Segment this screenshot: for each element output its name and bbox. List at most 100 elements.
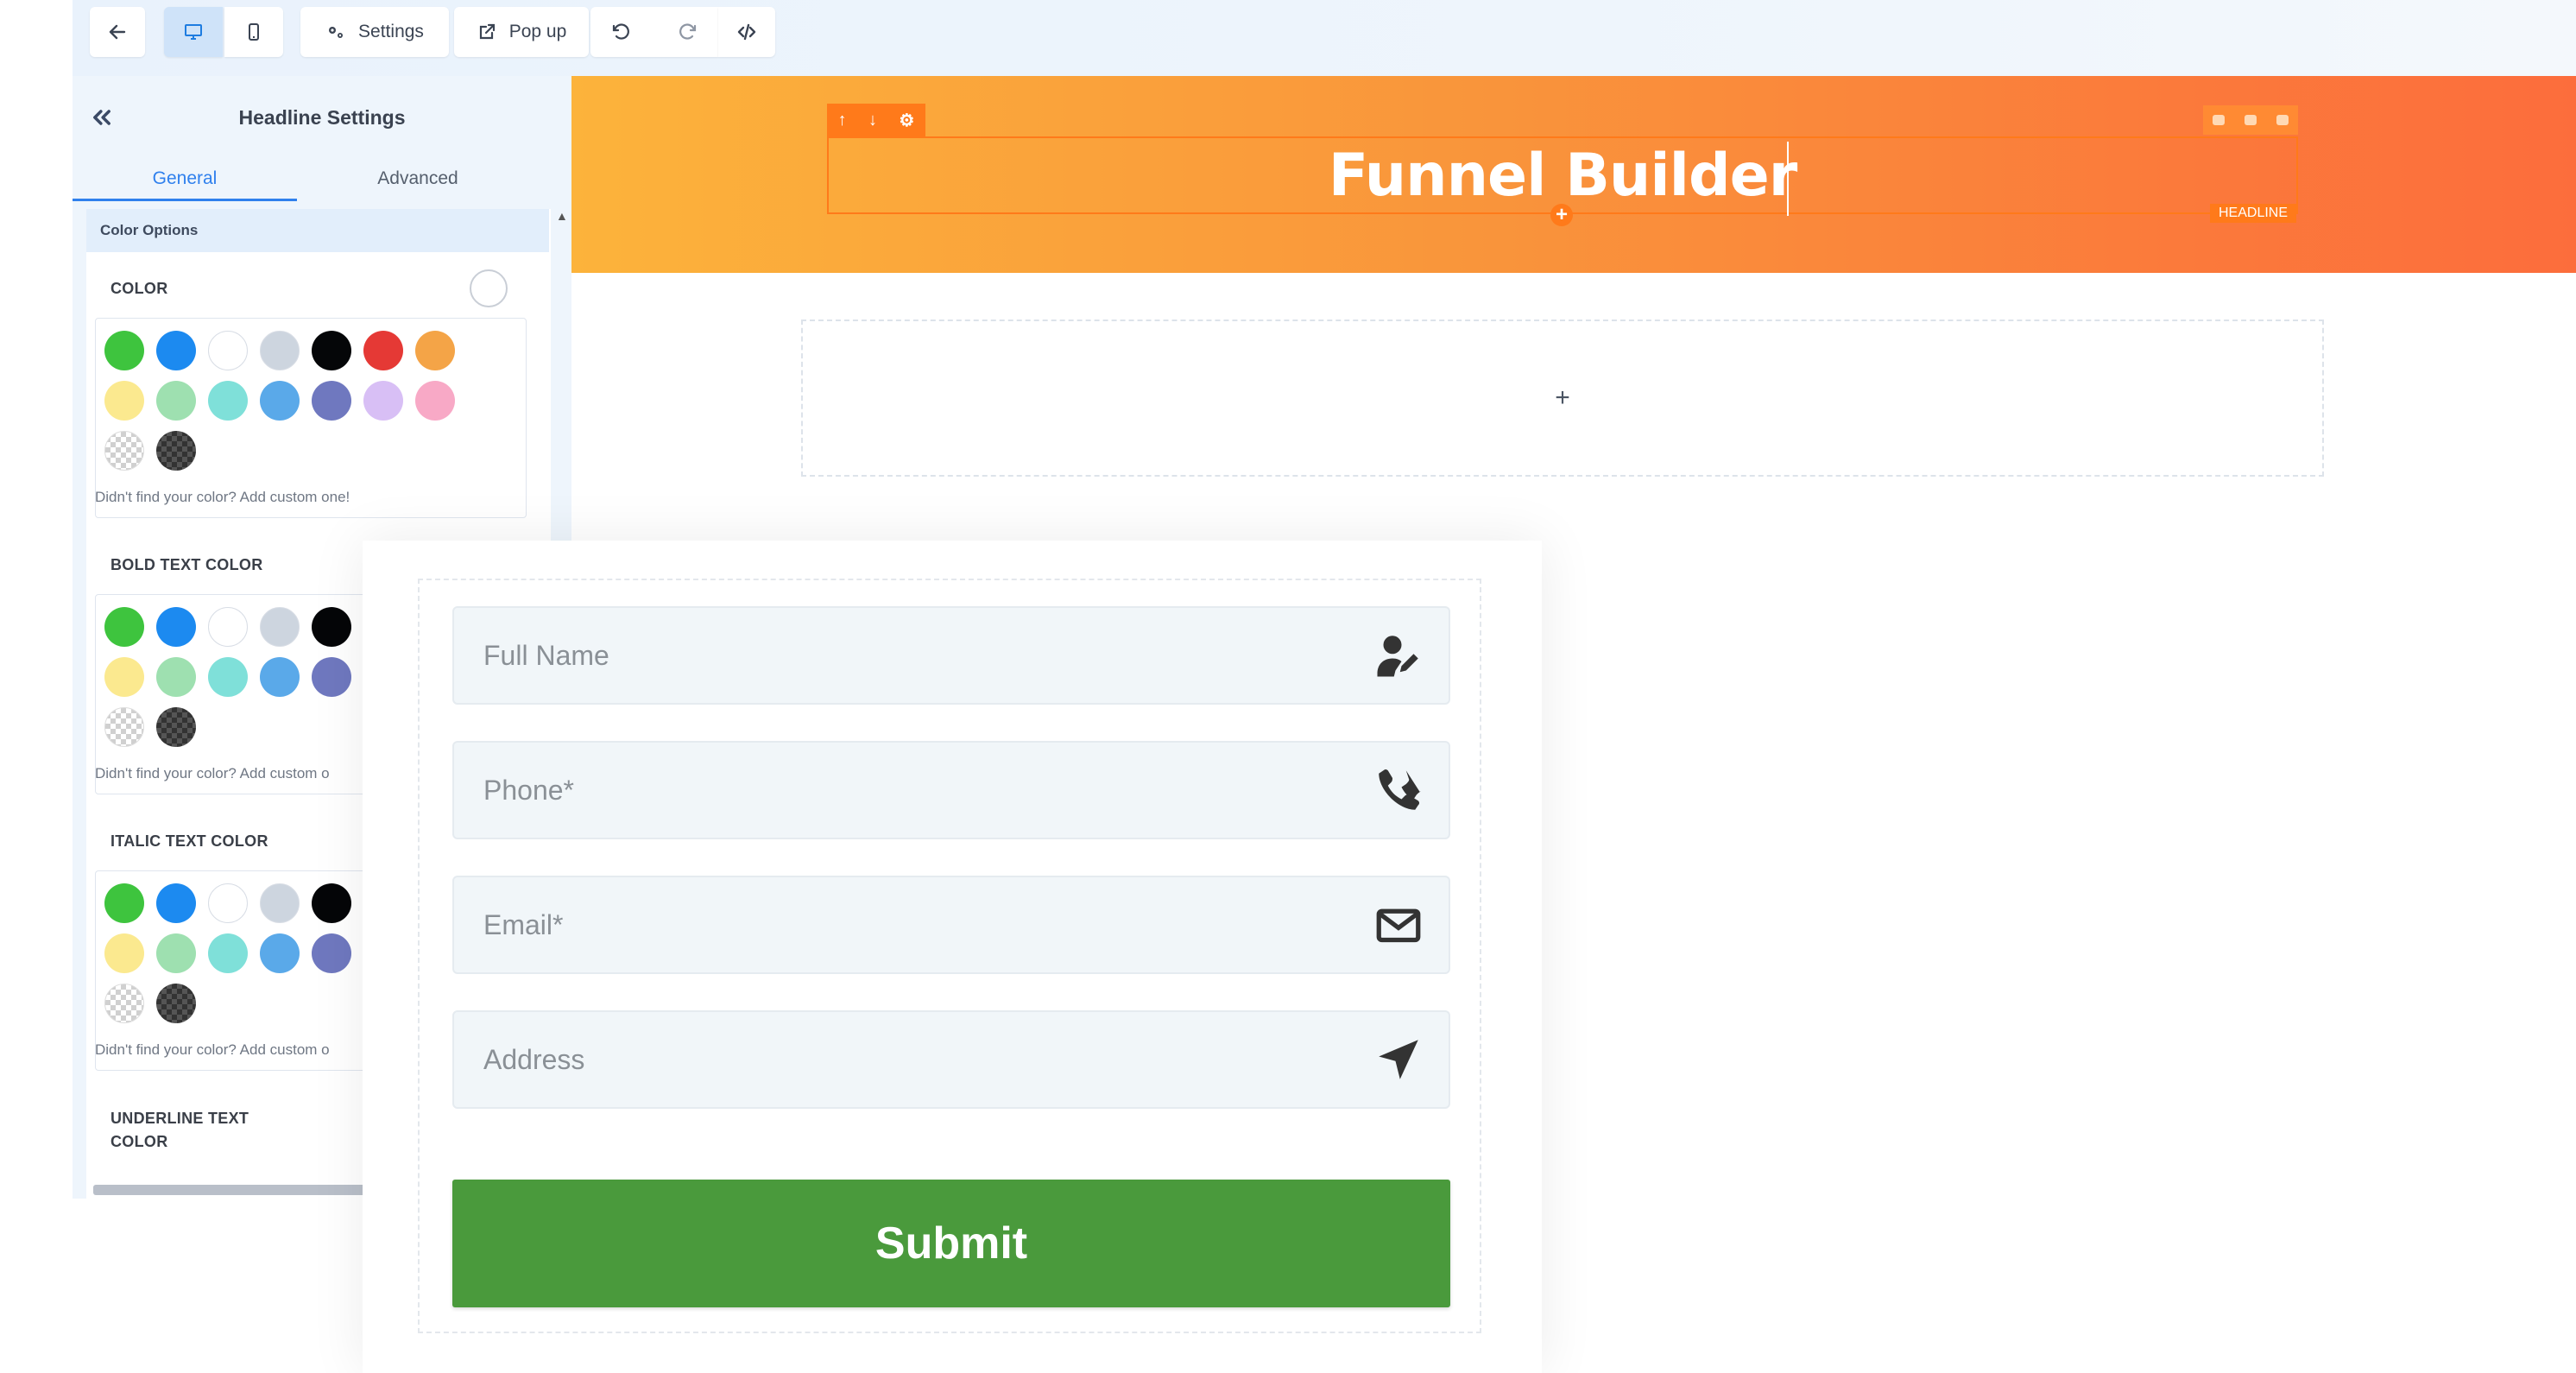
element-settings-icon[interactable]: ⚙: [899, 110, 914, 131]
add-element-icon[interactable]: +: [1550, 204, 1573, 226]
empty-drop-zone[interactable]: +: [801, 320, 2324, 477]
desktop-icon: [185, 24, 202, 40]
add-plus-icon[interactable]: +: [1555, 383, 1570, 413]
color-swatch[interactable]: [312, 331, 351, 370]
submit-button[interactable]: Submit: [452, 1180, 1450, 1307]
arrow-left-icon: [109, 24, 126, 40]
color-swatch[interactable]: [415, 381, 455, 421]
italic-color-label: ITALIC TEXT COLOR: [110, 832, 268, 850]
color-swatch[interactable]: [104, 657, 144, 697]
color-swatch[interactable]: [104, 331, 144, 370]
email-field[interactable]: [452, 876, 1450, 974]
color-swatch[interactable]: [415, 331, 455, 370]
top-toolbar: Settings Pop up: [73, 0, 2576, 76]
back-button[interactable]: [90, 7, 145, 57]
color-swatch[interactable]: [312, 381, 351, 421]
save-icon[interactable]: [2244, 115, 2257, 125]
color-swatch[interactable]: [260, 381, 300, 421]
code-view-button[interactable]: [718, 7, 775, 57]
undo-icon[interactable]: [610, 22, 631, 42]
color-swatch[interactable]: [260, 607, 300, 647]
underline-color-label: UNDERLINE TEXT COLOR: [110, 1110, 249, 1150]
color-swatch[interactable]: [208, 883, 248, 923]
full-name-input[interactable]: [482, 638, 1374, 673]
phone-field[interactable]: [452, 741, 1450, 839]
color-swatch[interactable]: [312, 657, 351, 697]
phone-icon: [1379, 769, 1422, 810]
panel-horizontal-scrollbar[interactable]: [93, 1185, 369, 1195]
color-swatch[interactable]: [104, 381, 144, 421]
address-input[interactable]: [482, 1042, 1374, 1077]
redo-icon[interactable]: [678, 22, 698, 42]
phone-input[interactable]: [482, 773, 1374, 807]
full-name-field[interactable]: [452, 606, 1450, 705]
color-swatch[interactable]: [156, 331, 196, 370]
double-chevron-left-icon[interactable]: [90, 105, 114, 130]
color-swatch[interactable]: [156, 984, 196, 1023]
undo-redo-group: [590, 7, 718, 57]
desktop-view-button[interactable]: [164, 7, 223, 57]
popup-button[interactable]: Pop up: [454, 7, 589, 57]
element-toolbar: ↑ ↓ ⚙: [827, 104, 925, 136]
address-field[interactable]: [452, 1010, 1450, 1109]
move-up-icon[interactable]: ↑: [838, 111, 847, 130]
color-swatch[interactable]: [208, 331, 248, 370]
tab-general[interactable]: General: [73, 159, 297, 201]
move-down-icon[interactable]: ↓: [868, 111, 877, 130]
section-title: Color Options: [86, 209, 549, 252]
color-swatch[interactable]: [104, 984, 144, 1023]
scroll-up-arrow-icon[interactable]: ▲: [556, 209, 568, 223]
color-swatch[interactable]: [104, 707, 144, 747]
color-swatch[interactable]: [363, 331, 403, 370]
mobile-view-button[interactable]: [224, 7, 283, 57]
mobile-icon: [249, 23, 259, 41]
popup-label: Pop up: [508, 22, 567, 41]
user-edit-icon: [1377, 636, 1418, 677]
color-swatch[interactable]: [260, 331, 300, 370]
color-swatch[interactable]: [260, 933, 300, 973]
color-swatch[interactable]: [104, 933, 144, 973]
color-swatch[interactable]: [208, 657, 248, 697]
delete-icon[interactable]: [2276, 115, 2289, 125]
bold-color-label: BOLD TEXT COLOR: [110, 556, 263, 573]
italic-custom-color-hint[interactable]: Didn't find your color? Add custom o: [95, 1041, 330, 1059]
color-swatch[interactable]: [156, 933, 196, 973]
element-actions: [2203, 105, 2298, 135]
color-swatch[interactable]: [260, 883, 300, 923]
code-icon: [737, 23, 756, 41]
color-swatch[interactable]: [208, 933, 248, 973]
bold-custom-color-hint[interactable]: Didn't find your color? Add custom o: [95, 765, 330, 782]
form-container: Submit: [418, 579, 1481, 1333]
color-swatch[interactable]: [208, 607, 248, 647]
color-swatch[interactable]: [156, 883, 196, 923]
color-swatch[interactable]: [208, 381, 248, 421]
panel-tabs: General Advanced: [73, 159, 571, 201]
panel-title: Headline Settings: [238, 105, 406, 129]
color-swatch[interactable]: [363, 381, 403, 421]
color-swatch[interactable]: [104, 883, 144, 923]
custom-color-hint[interactable]: Didn't find your color? Add custom one!: [95, 489, 350, 506]
text-caret: [1787, 142, 1789, 216]
tab-advanced[interactable]: Advanced: [306, 159, 530, 199]
email-input[interactable]: [482, 908, 1374, 942]
gears-icon: [329, 27, 344, 38]
color-swatch[interactable]: [312, 883, 351, 923]
color-swatch[interactable]: [156, 607, 196, 647]
color-swatch[interactable]: [260, 657, 300, 697]
form-card: Submit: [363, 541, 1542, 1373]
duplicate-icon[interactable]: [2213, 115, 2226, 125]
color-swatch[interactable]: [156, 381, 196, 421]
headline-tag: HEADLINE: [2210, 204, 2296, 223]
color-swatch[interactable]: [104, 607, 144, 647]
settings-button[interactable]: Settings: [300, 7, 449, 57]
color-swatch[interactable]: [312, 933, 351, 973]
color-swatch[interactable]: [312, 607, 351, 647]
color-swatch[interactable]: [104, 431, 144, 471]
color-swatch[interactable]: [156, 657, 196, 697]
color-swatch[interactable]: [156, 707, 196, 747]
external-edit-icon: [479, 23, 495, 40]
envelope-icon: [1376, 908, 1421, 943]
settings-label: Settings: [358, 22, 424, 41]
color-swatch[interactable]: [156, 431, 196, 471]
current-color-swatch[interactable]: [470, 269, 508, 307]
